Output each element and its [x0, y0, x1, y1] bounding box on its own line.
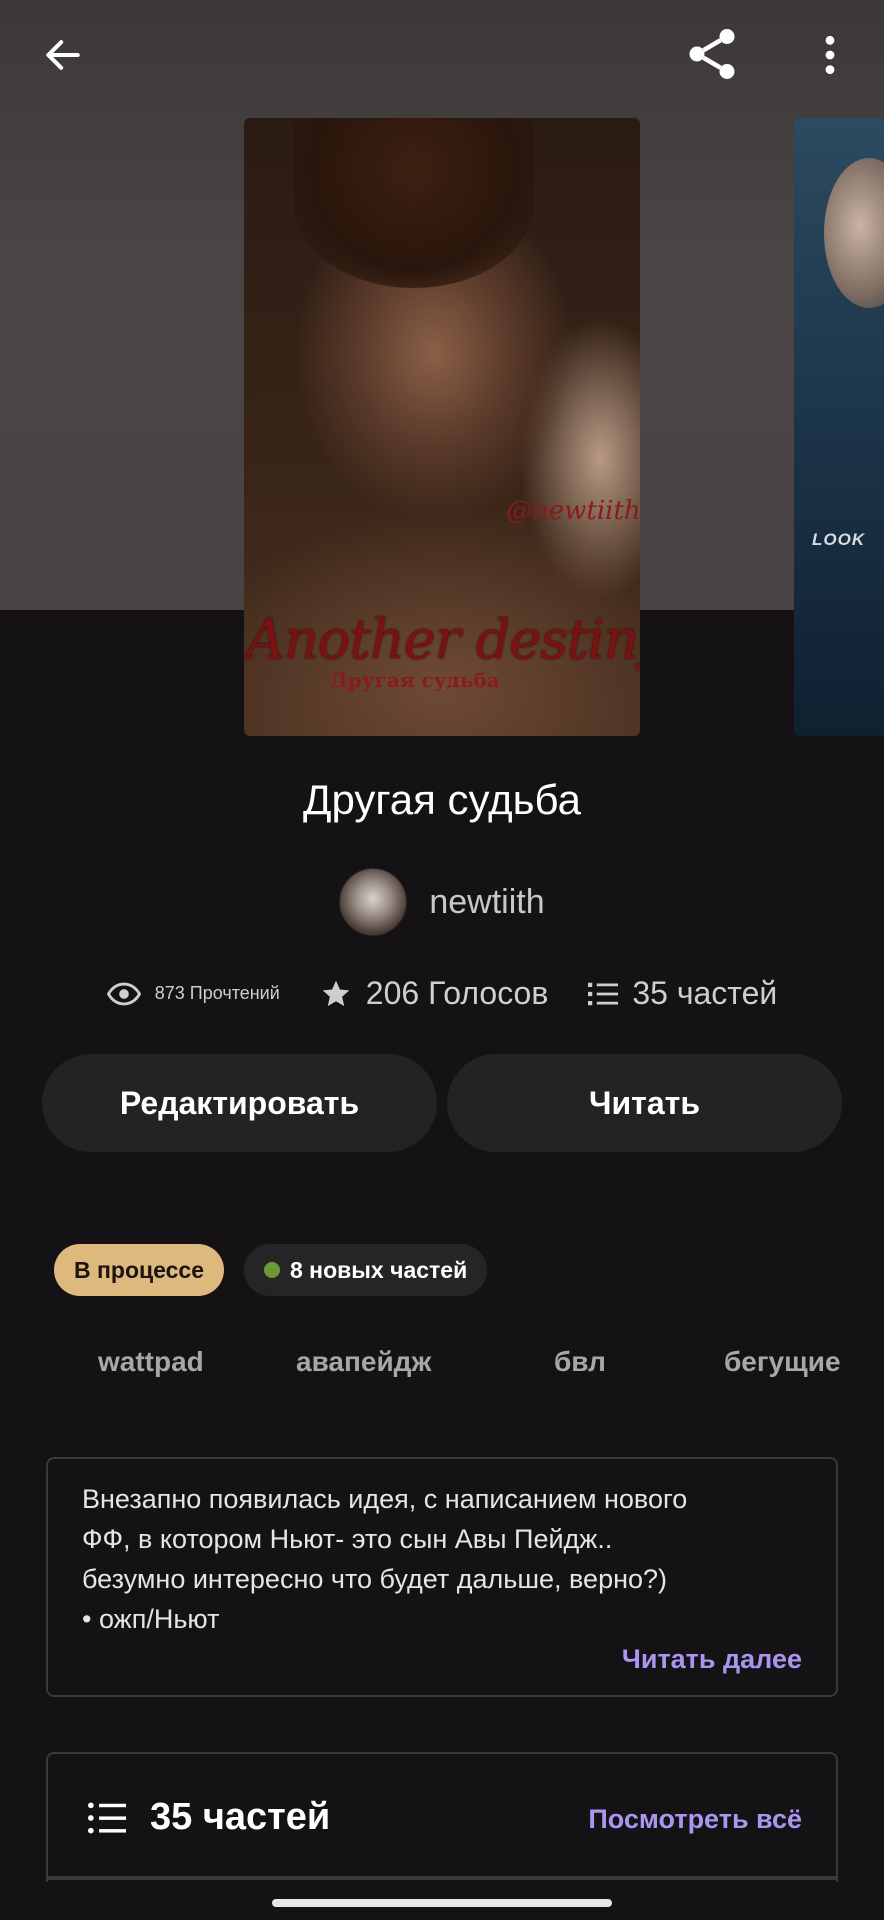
- description-line: безумно интересно что будет дальше, верн…: [82, 1564, 668, 1594]
- parts-header: 35 частей: [88, 1796, 330, 1839]
- tag-chip[interactable]: бегущие: [724, 1346, 841, 1378]
- home-indicator[interactable]: [272, 1899, 612, 1907]
- status-badges: В процессе 8 новых частей: [54, 1244, 488, 1296]
- status-badge: В процессе: [54, 1244, 224, 1296]
- edit-button[interactable]: Редактировать: [42, 1054, 437, 1152]
- tag-list: wattpad авапейдж бвл бегущие: [0, 1346, 884, 1394]
- list-icon: [588, 982, 619, 1005]
- more-options-button[interactable]: [810, 22, 850, 88]
- reads-count: 873 Прочтений: [154, 983, 280, 1003]
- read-more-link[interactable]: Читать далее: [622, 1644, 802, 1675]
- description-box: Внезапно появилась идея, с написанием но…: [46, 1457, 838, 1697]
- action-buttons: Редактировать Читать: [42, 1054, 842, 1152]
- tag-chip[interactable]: бвл: [554, 1346, 606, 1378]
- cover-watermark: @newtiith: [506, 496, 640, 526]
- new-dot-icon: [264, 1262, 280, 1278]
- votes-count: 206 Голосов: [365, 975, 549, 1011]
- cover-subtitle: Другая судьба: [330, 668, 500, 692]
- description-line: ФФ, в котором Ньют- это сын Авы Пейдж..: [82, 1524, 613, 1554]
- new-parts-badge: 8 новых частей: [244, 1244, 488, 1296]
- story-cover[interactable]: @newtiith Another destiny Другая судьба: [244, 118, 640, 736]
- author-row[interactable]: newtiith: [0, 868, 884, 936]
- cover-title: Another destiny: [246, 608, 640, 671]
- next-cover-text: LOOK: [812, 530, 866, 549]
- new-parts-label: 8 новых частей: [290, 1256, 468, 1283]
- more-vertical-icon: [825, 35, 835, 75]
- share-button[interactable]: [678, 20, 746, 88]
- divider: [46, 1876, 838, 1880]
- description-line: Внезапно появилась идея, с написанием но…: [82, 1484, 688, 1514]
- parts-count: 35 частей: [632, 975, 778, 1011]
- story-title: Другая судьба: [303, 776, 581, 823]
- stats-row: 873 Прочтений 206 Голосов 35 частей: [0, 975, 884, 1012]
- back-button[interactable]: [30, 22, 96, 88]
- arrow-left-icon: [46, 40, 80, 70]
- star-icon: [322, 980, 350, 1006]
- list-icon: [88, 1801, 126, 1834]
- tag-chip[interactable]: авапейдж: [296, 1346, 431, 1378]
- reads-stat: 873 Прочтений: [106, 982, 280, 1006]
- next-story-cover[interactable]: LOOK: [794, 118, 884, 736]
- author-name[interactable]: newtiith: [429, 883, 544, 922]
- next-cover-art: [824, 158, 884, 308]
- read-button[interactable]: Читать: [447, 1054, 842, 1152]
- description-line: • ожп/Ньют: [82, 1604, 220, 1634]
- parts-title: 35 частей: [150, 1796, 331, 1838]
- parts-stat: 35 частей: [588, 975, 777, 1012]
- tag-chip[interactable]: wattpad: [98, 1346, 204, 1378]
- top-bar: [0, 0, 884, 110]
- share-icon: [689, 29, 735, 79]
- cover-art: [294, 118, 534, 288]
- view-all-link[interactable]: Посмотреть всё: [588, 1804, 802, 1835]
- parts-section: 35 частей Посмотреть всё: [46, 1752, 838, 1882]
- avatar[interactable]: [339, 868, 408, 936]
- votes-stat: 206 Голосов: [320, 975, 549, 1012]
- eye-icon: [106, 982, 141, 1005]
